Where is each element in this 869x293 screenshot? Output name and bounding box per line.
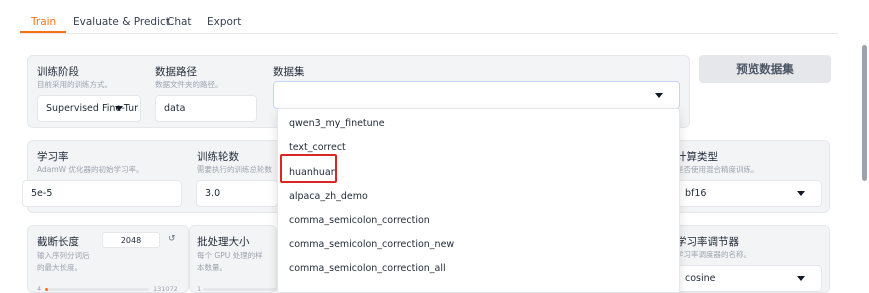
compute-type-value: bf16	[685, 188, 707, 199]
data-path-value: data	[164, 103, 186, 114]
tab-bar-divider	[20, 33, 838, 34]
dataset-option[interactable]: alpaca_zh_demo	[289, 191, 368, 202]
cutoff-length-slider[interactable]	[45, 288, 149, 291]
lr-scheduler-value: cosine	[685, 273, 716, 284]
stage-label: 训练阶段	[37, 66, 79, 78]
cutoff-length-label: 截断长度	[37, 236, 79, 248]
dataset-select[interactable]	[273, 81, 680, 109]
compute-type-label: 计算类型	[676, 151, 718, 163]
learning-rate-value: 5e-5	[31, 188, 53, 199]
cutoff-length-min: 4	[37, 285, 42, 293]
stage-select-value: Supervised Fine-Tur	[46, 103, 139, 114]
cutoff-length-max: 131072	[153, 285, 178, 293]
page-scrollbar[interactable]	[862, 45, 867, 181]
highlight-annotation-box	[280, 154, 337, 183]
batch-size-min: 1	[197, 285, 202, 293]
dataset-option[interactable]: comma_semicolon_correction_all	[289, 263, 446, 274]
tab-train[interactable]: Train	[31, 16, 56, 28]
chevron-down-icon	[797, 191, 805, 196]
batch-size-description-1: 每个 GPU 处理的样	[197, 251, 263, 260]
data-path-description: 数据文件夹的路径。	[155, 80, 223, 89]
batch-size-label: 批处理大小	[197, 236, 250, 248]
data-path-label: 数据路径	[155, 66, 197, 78]
dataset-option[interactable]: comma_semicolon_correction_new	[289, 239, 454, 250]
tab-export[interactable]: Export	[207, 16, 241, 28]
dataset-label: 数据集	[273, 66, 305, 78]
tab-bar: Train Evaluate & Predict Chat Export	[0, 0, 869, 36]
chevron-down-icon	[115, 106, 123, 111]
learning-rate-description: AdamW 优化器的初始学习率。	[37, 165, 144, 174]
reset-icon[interactable]: ↺	[168, 234, 176, 244]
data-path-input[interactable]: data	[155, 95, 257, 122]
cutoff-length-description-1: 输入序列分词后	[37, 251, 90, 260]
chevron-down-icon	[655, 93, 663, 98]
cutoff-length-description-2: 的最大长度。	[37, 263, 82, 272]
stage-description: 目前采用的训练方式。	[37, 80, 112, 89]
dataset-dropdown-list: qwen3_my_finetune text_correct huanhuan …	[277, 108, 680, 293]
tab-evaluate-predict[interactable]: Evaluate & Predict	[73, 16, 170, 28]
tab-chat[interactable]: Chat	[167, 16, 192, 28]
compute-type-description: 是否使用混合精度训练。	[676, 165, 759, 174]
batch-size-slider[interactable]	[203, 288, 277, 291]
stage-select[interactable]: Supervised Fine-Tur	[37, 95, 141, 122]
epochs-input[interactable]: 3.0	[196, 180, 278, 207]
dataset-option[interactable]: qwen3_my_finetune	[289, 118, 385, 129]
epochs-value: 3.0	[205, 188, 221, 199]
cutoff-length-input[interactable]: 2048	[102, 232, 160, 248]
dataset-option[interactable]: text_correct	[289, 142, 346, 153]
lr-scheduler-description: 学习率调度器的名称。	[676, 250, 751, 259]
cutoff-length-slider-fill	[45, 288, 48, 291]
preview-dataset-button[interactable]: 预览数据集	[699, 55, 831, 83]
chevron-down-icon	[797, 276, 805, 281]
epochs-label: 训练轮数	[197, 151, 239, 163]
batch-size-description-2: 本数量。	[197, 263, 227, 272]
dataset-option[interactable]: comma_semicolon_correction	[289, 215, 430, 226]
lr-scheduler-label: 学习率调节器	[676, 236, 739, 248]
learning-rate-label: 学习率	[37, 151, 69, 163]
learning-rate-input[interactable]: 5e-5	[22, 180, 182, 207]
epochs-description: 需要执行的训练总轮数	[197, 165, 272, 174]
